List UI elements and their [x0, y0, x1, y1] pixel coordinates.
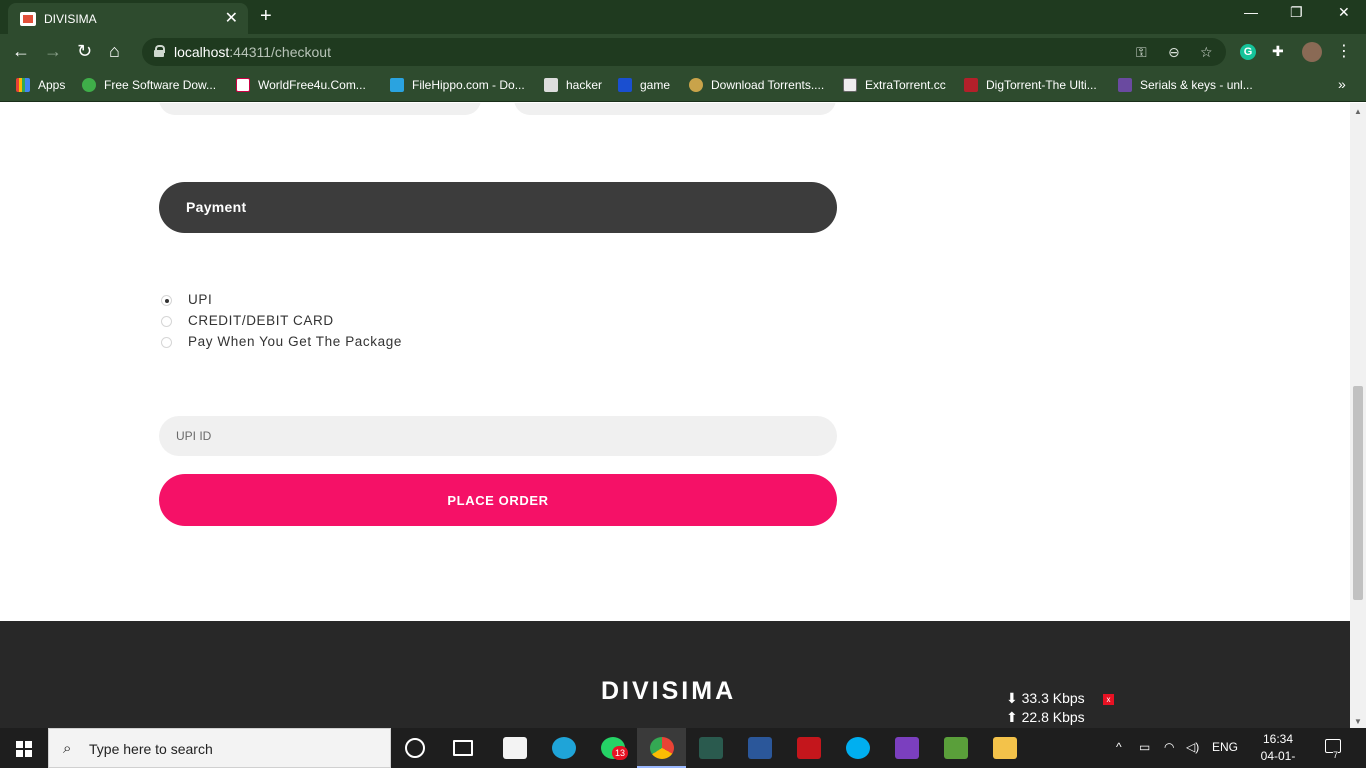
scroll-up-icon[interactable]: ▲: [1354, 107, 1362, 116]
scrollbar-thumb[interactable]: [1353, 386, 1363, 600]
checkout-page: Payment UPI CREDIT/DEBIT CARD Pay When Y…: [0, 103, 1350, 621]
apps-grid-icon: [16, 78, 30, 92]
cortana-icon[interactable]: [405, 738, 425, 758]
tab-title: DIVISIMA: [44, 12, 97, 26]
more-bookmarks-icon[interactable]: »: [1338, 76, 1346, 92]
browser-tab-bar: DIVISIMA ✕ + — ❐ ✕: [0, 0, 1366, 34]
back-icon[interactable]: ←: [12, 41, 30, 62]
system-clock[interactable]: 16:34 04-01-2021: [1248, 731, 1308, 782]
bookmark-item[interactable]: DigTorrent-The Ulti...: [964, 78, 1097, 92]
bookmark-item[interactable]: game: [618, 78, 670, 92]
search-icon: ⌕: [63, 740, 72, 757]
skype-icon[interactable]: [846, 737, 870, 759]
zoom-icon[interactable]: ⊖: [1168, 44, 1180, 61]
new-tab-icon[interactable]: +: [260, 5, 272, 28]
bookmark-favicon-icon: [390, 78, 404, 92]
key-icon[interactable]: ⚿: [1136, 44, 1147, 61]
lock-icon: [154, 45, 165, 57]
bookmark-favicon-icon: [843, 78, 857, 92]
filmora-icon[interactable]: [699, 737, 723, 759]
previous-field[interactable]: [514, 103, 836, 115]
site-footer: DIVISIMA ⬇ 33.3 Kbps ⬆ 22.8 Kbps x: [0, 621, 1350, 728]
upi-id-input[interactable]: [159, 416, 837, 456]
word-icon[interactable]: [748, 737, 772, 759]
bookmark-item[interactable]: WorldFree4u.Com...: [236, 78, 366, 92]
upload-speed: ⬆ 22.8 Kbps: [1006, 709, 1085, 725]
volume-icon[interactable]: ◁): [1186, 740, 1199, 754]
minimize-icon[interactable]: —: [1244, 4, 1258, 20]
footer-logo[interactable]: DIVISIMA: [601, 677, 736, 706]
bookmark-item[interactable]: Serials & keys - unl...: [1118, 78, 1253, 92]
bookmark-item[interactable]: ExtraTorrent.cc: [843, 78, 946, 92]
profile-avatar[interactable]: [1302, 42, 1322, 62]
acrobat-icon[interactable]: [797, 737, 821, 759]
network-app-icon[interactable]: [944, 737, 968, 759]
wifi-icon[interactable]: ◠: [1164, 740, 1174, 754]
payment-heading: Payment: [186, 199, 247, 215]
download-speed: ⬇ 33.3 Kbps: [1006, 690, 1085, 706]
bookmark-item[interactable]: hacker: [544, 78, 602, 92]
forward-icon[interactable]: →: [44, 41, 62, 62]
clock-date: 04-01-2021: [1260, 749, 1296, 780]
bookmark-favicon-icon: [618, 78, 632, 92]
upi-label: UPI: [188, 292, 213, 307]
close-window-icon[interactable]: ✕: [1338, 4, 1350, 21]
page-scrollbar[interactable]: ▲ ▼: [1350, 103, 1366, 728]
visual-studio-icon[interactable]: [895, 737, 919, 759]
bookmark-favicon-icon: [82, 78, 96, 92]
bookmark-star-icon[interactable]: ☆: [1200, 44, 1213, 61]
bookmark-favicon-icon: [236, 78, 250, 92]
store-icon[interactable]: [503, 737, 527, 759]
show-hidden-icons-icon[interactable]: ^: [1116, 740, 1122, 754]
close-tab-icon[interactable]: ✕: [225, 8, 238, 28]
card-label: CREDIT/DEBIT CARD: [188, 313, 334, 328]
address-bar[interactable]: localhost:44311/checkout ⚿ ⊖ ☆: [142, 38, 1226, 66]
bookmark-favicon-icon: [964, 78, 978, 92]
taskbar-search-placeholder: Type here to search: [89, 741, 213, 757]
windows-start-icon[interactable]: [16, 741, 32, 757]
windows-taskbar: ⌕ Type here to search 13 ^ ▭ ◠ ◁) ENG 16…: [0, 728, 1366, 780]
bookmark-favicon-icon: [544, 78, 558, 92]
browser-tab[interactable]: DIVISIMA ✕: [8, 3, 248, 34]
restore-icon[interactable]: ❐: [1290, 4, 1303, 21]
task-view-icon[interactable]: [453, 740, 473, 756]
previous-field[interactable]: [159, 103, 481, 115]
netspeed-close-icon[interactable]: x: [1103, 694, 1114, 705]
upi-radio[interactable]: [161, 295, 172, 306]
battery-icon[interactable]: ▭: [1139, 740, 1150, 754]
bookmarks-bar: Apps Free Software Dow... WorldFree4u.Co…: [0, 70, 1366, 102]
card-radio[interactable]: [161, 316, 172, 327]
extensions-icon[interactable]: ✚: [1272, 43, 1284, 60]
cod-radio[interactable]: [161, 337, 172, 348]
bookmark-favicon-icon: [1118, 78, 1132, 92]
place-order-button[interactable]: PLACE ORDER: [159, 474, 837, 526]
scroll-down-icon[interactable]: ▼: [1354, 717, 1362, 726]
bookmark-favicon-icon: [689, 78, 703, 92]
bookmark-item[interactable]: Download Torrents....: [689, 78, 824, 92]
grammarly-extension-icon[interactable]: G: [1240, 44, 1256, 60]
chrome-icon[interactable]: [650, 737, 674, 759]
browser-menu-icon[interactable]: ⋮: [1336, 41, 1352, 61]
whatsapp-badge: 13: [612, 746, 628, 760]
file-explorer-icon[interactable]: [993, 737, 1017, 759]
payment-section-header: Payment: [159, 182, 837, 233]
notification-count: 7: [1333, 750, 1339, 760]
site-favicon-icon: [20, 12, 36, 26]
url-text: localhost:44311/checkout: [174, 44, 331, 60]
clock-time: 16:34: [1262, 732, 1294, 746]
taskbar-search[interactable]: ⌕ Type here to search: [48, 728, 391, 768]
cod-label: Pay When You Get The Package: [188, 334, 402, 349]
reload-icon[interactable]: ↻: [77, 41, 92, 62]
home-icon[interactable]: ⌂: [109, 41, 120, 62]
bookmark-item[interactable]: Free Software Dow...: [82, 78, 216, 92]
bookmark-apps[interactable]: Apps: [16, 78, 65, 92]
browser-toolbar: ← → ↻ ⌂ localhost:44311/checkout ⚿ ⊖ ☆ G…: [0, 34, 1366, 70]
edge-icon[interactable]: [552, 737, 576, 759]
bookmark-item[interactable]: FileHippo.com - Do...: [390, 78, 525, 92]
language-indicator[interactable]: ENG: [1212, 740, 1238, 754]
